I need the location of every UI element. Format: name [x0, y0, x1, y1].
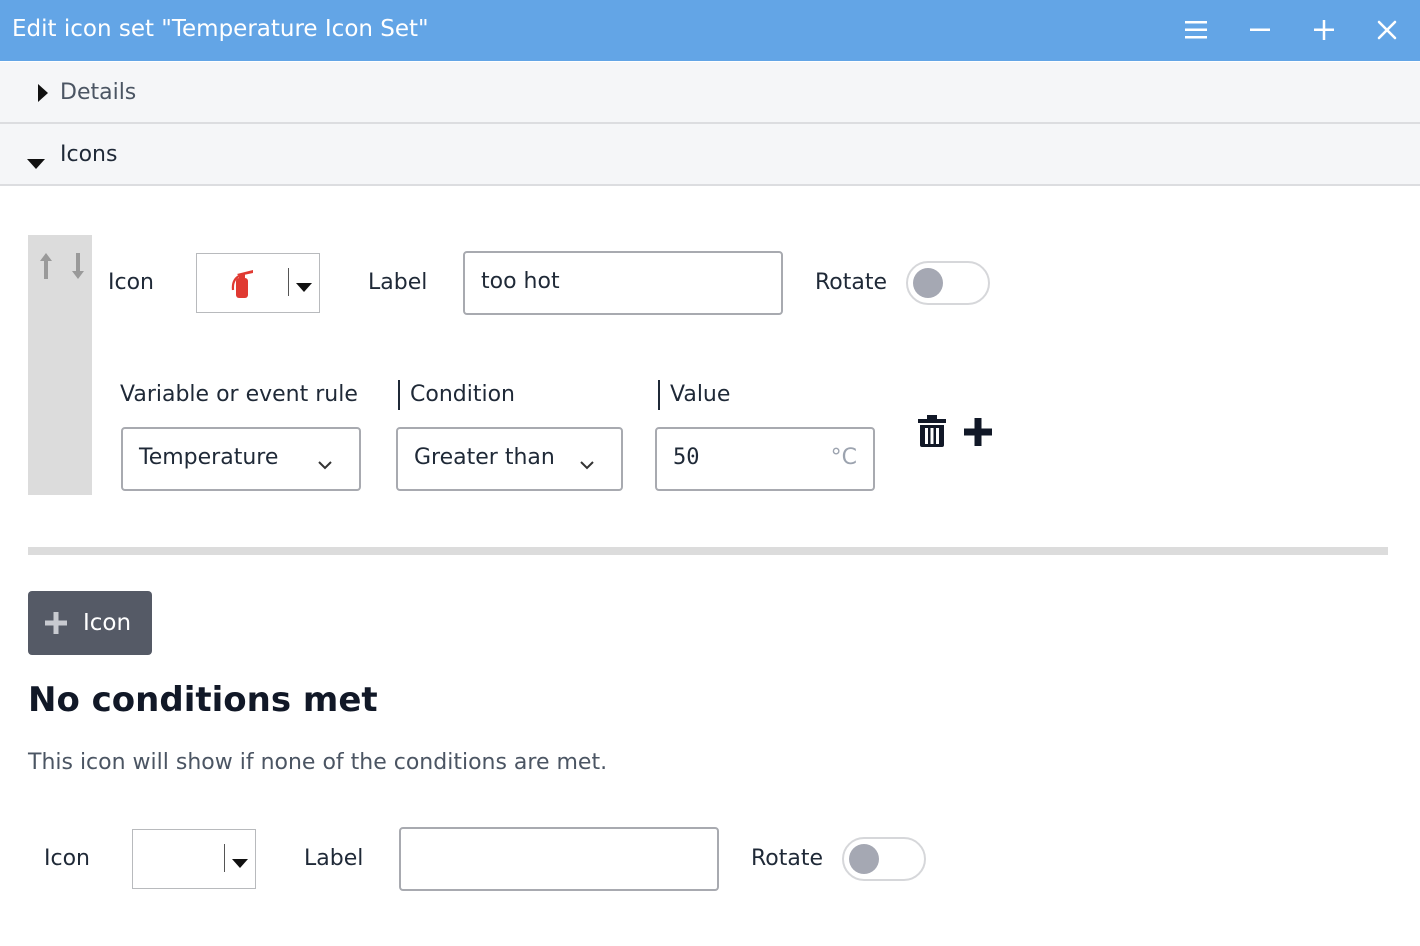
variable-select[interactable]: Temperature [121, 427, 361, 491]
label-field-label: Label [368, 270, 428, 295]
chevron-down-icon[interactable] [296, 278, 312, 297]
condition-select-value: Greater than [414, 445, 555, 470]
fallback-label-label: Label [304, 846, 364, 871]
condition-select[interactable]: Greater than [396, 427, 623, 491]
chevron-down-icon [579, 451, 595, 476]
label-input[interactable]: too hot [463, 251, 783, 315]
fallback-description: This icon will show if none of the condi… [28, 750, 608, 775]
caret-down-icon [26, 156, 46, 175]
fire-extinguisher-icon [227, 268, 257, 304]
toggle-knob [913, 268, 943, 298]
trash-icon[interactable] [917, 414, 947, 452]
menu-icon[interactable] [1176, 10, 1216, 50]
chevron-down-icon[interactable] [232, 854, 248, 873]
reorder-handle[interactable] [28, 235, 92, 495]
label-input-value: too hot [481, 269, 560, 294]
arrow-up-icon[interactable] [38, 251, 54, 285]
window-titlebar: Edit icon set "Temperature Icon Set" [0, 0, 1420, 61]
fallback-label-input[interactable] [399, 827, 719, 891]
plus-icon [45, 612, 67, 638]
section-divider [28, 547, 1388, 555]
variable-select-value: Temperature [139, 445, 279, 470]
fallback-rotate-label: Rotate [751, 846, 824, 871]
add-condition-icon[interactable] [963, 417, 993, 451]
variable-header: Variable or event rule [120, 382, 358, 407]
icons-section-header[interactable]: Icons [0, 124, 1420, 186]
rotate-toggle[interactable] [906, 261, 990, 305]
details-section-header[interactable]: Details [0, 62, 1420, 124]
value-input[interactable]: 50 °C [655, 427, 875, 491]
add-icon-button-label: Icon [83, 610, 132, 636]
value-header: Value [670, 382, 731, 407]
details-label: Details [60, 80, 137, 105]
rotate-label: Rotate [815, 270, 888, 295]
icon-field-label: Icon [108, 270, 154, 295]
fallback-rotate-toggle[interactable] [842, 837, 926, 881]
chevron-down-icon [317, 451, 333, 476]
value-input-value: 50 [673, 445, 700, 470]
condition-header: Condition [410, 382, 515, 407]
fallback-icon-picker[interactable] [132, 829, 256, 889]
maximize-icon[interactable] [1304, 10, 1344, 50]
caret-right-icon [36, 83, 50, 107]
arrow-down-icon[interactable] [70, 251, 86, 285]
toggle-knob [849, 844, 879, 874]
window-title: Edit icon set "Temperature Icon Set" [12, 16, 429, 42]
icons-label: Icons [60, 142, 118, 167]
unit-suffix: °C [830, 445, 857, 470]
minimize-icon[interactable] [1240, 10, 1280, 50]
close-icon[interactable] [1367, 10, 1407, 50]
fallback-heading: No conditions met [28, 680, 378, 720]
icon-picker[interactable] [196, 253, 320, 313]
add-icon-button[interactable]: Icon [28, 591, 152, 655]
fallback-icon-label: Icon [44, 846, 90, 871]
